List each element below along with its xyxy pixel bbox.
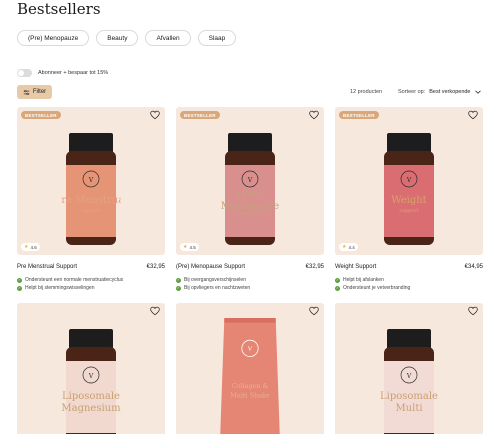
jar-label-line: support (399, 208, 419, 214)
svg-text:V: V (247, 177, 253, 184)
category-chip-beauty[interactable]: Beauty (96, 30, 139, 46)
check-icon: ✓ (335, 285, 340, 291)
page-title: Bestsellers (17, 0, 101, 18)
jar-label-line: Magnesium (61, 403, 121, 414)
bestseller-badge: BESTSELLER (339, 111, 379, 119)
heart-icon[interactable] (309, 306, 319, 316)
benefit-item: ✓ Ondersteunt je vetverbranding (335, 285, 410, 291)
category-chip-afvallen[interactable]: Afvallen (145, 30, 191, 46)
subscription-toggle[interactable] (17, 69, 32, 77)
benefit-item: ✓ Helpt bij afslanken (335, 277, 384, 283)
jar-label-line: Multi (395, 403, 422, 414)
product-image-area[interactable]: V Collagen & Multi Shake (176, 303, 324, 434)
star-icon: ★ (24, 244, 29, 250)
benefit-text: Bij opvliegers en nachtzweten (184, 285, 251, 291)
benefit-text: Ondersteunt je vetverbranding (343, 285, 411, 291)
star-icon: ★ (342, 244, 347, 250)
product-price: €32,95 (146, 264, 165, 270)
sort-label: Sorteer op: (398, 89, 426, 95)
rating-badge: ★ 4.5 (180, 243, 199, 251)
benefit-item: ✓ Bij overgangsverschijnselen (176, 277, 246, 283)
jar-label-line: Pre Menstrual (61, 195, 121, 206)
category-chips: (Pre) Menopauze Beauty Afvallen Slaap (17, 30, 237, 46)
product-name[interactable]: Weight Support (335, 264, 376, 270)
filter-label: Filter (32, 89, 47, 95)
svg-text:V: V (88, 373, 94, 380)
product-image-area[interactable]: V (Pre) Menopause support BESTSELLER ★ 4.5 (176, 107, 324, 255)
heart-icon[interactable] (309, 110, 319, 120)
benefit-item: ✓ Ondersteunt een normale menstruatiecycl… (17, 277, 123, 283)
product-name[interactable]: Pre Menstrual Support (17, 264, 77, 270)
jar-label-line: Multi Shake (230, 391, 270, 399)
sliders-icon (23, 89, 30, 95)
product-count: 12 producten (350, 89, 383, 95)
product-jar-image: V Weight support (384, 133, 434, 245)
jar-label-line: Liposomale (62, 391, 120, 402)
filter-button[interactable]: Filter (17, 85, 52, 99)
product-image-area[interactable]: V Liposomale Magnesium (17, 303, 165, 434)
category-chip-menopauze[interactable]: (Pre) Menopauze (17, 30, 90, 46)
svg-text:V: V (406, 177, 412, 184)
toggle-knob (18, 70, 24, 76)
bestseller-badge: BESTSELLER (21, 111, 61, 119)
product-card[interactable]: V Liposomale Magnesium (17, 303, 165, 434)
benefit-text: Helpt bij stemmingswisselingen (25, 285, 95, 291)
product-jar-image: V (Pre)Menopausesupport (221, 133, 279, 245)
subscription-label: Abonneer + bespaar tot 15% (38, 70, 109, 76)
bestseller-badge: BESTSELLER (180, 111, 220, 119)
jar-label-line: Collagen & (232, 382, 269, 390)
heart-icon[interactable] (468, 306, 478, 316)
jar-label-line: Weight (391, 195, 426, 206)
check-icon: ✓ (176, 277, 181, 283)
svg-text:V: V (88, 177, 94, 184)
benefit-text: Ondersteunt een normale menstruatiecyclu… (25, 277, 124, 283)
heart-icon[interactable] (150, 306, 160, 316)
heart-icon[interactable] (150, 110, 160, 120)
product-jar-image: V Pre Menstrual support (61, 133, 121, 245)
rating-badge: ★ 4.4 (339, 243, 358, 251)
benefit-text: Bij overgangsverschijnselen (184, 277, 246, 283)
product-card[interactable]: V Pre Menstrual support BESTSELLER ★4.6 Pre… (17, 107, 165, 291)
product-price: €34,95 (464, 264, 483, 270)
product-image-area[interactable]: V Weight support BESTSELLER ★ 4.4 (335, 107, 483, 255)
sort-dropdown[interactable]: Sorteer op: Best verkopende (398, 89, 481, 95)
svg-text:V: V (247, 347, 253, 353)
benefit-item: ✓ Helpt bij stemmingswisselingen (17, 285, 94, 291)
product-jar-image: V LiposomaleMulti (380, 329, 438, 434)
check-icon: ✓ (17, 285, 22, 291)
product-price: €32,95 (305, 264, 324, 270)
product-card[interactable]: V Weight support BESTSELLER ★ 4.4 Weight Sup… (335, 107, 483, 291)
check-icon: ✓ (335, 277, 340, 283)
product-pouch-image: V Collagen & Multi Shake (220, 318, 280, 434)
product-image-area[interactable]: V Liposomale Multi (335, 303, 483, 434)
heart-icon[interactable] (468, 110, 478, 120)
jar-label-line: (Pre) (237, 189, 262, 200)
rating-badge: ★ 4.6 (21, 243, 40, 251)
benefit-item: ✓ Bij opvliegers en nachtzweten (176, 285, 250, 291)
category-chip-slaap[interactable]: Slaap (197, 30, 237, 46)
chevron-down-icon (474, 90, 481, 94)
jar-label-line: Liposomale (380, 391, 438, 402)
product-card[interactable]: V (Pre) Menopause support BESTSELLER ★ 4.5 (P… (176, 107, 324, 291)
product-jar-image: V LiposomaleMagnesium (61, 329, 121, 434)
benefit-text: Helpt bij afslanken (343, 277, 384, 283)
svg-text:V: V (406, 373, 412, 380)
rating-value: 4.5 (189, 244, 196, 250)
rating-value: 4.4 (348, 244, 355, 250)
product-card[interactable]: V Collagen & Multi Shake (176, 303, 324, 434)
sort-value: Best verkopende (429, 89, 471, 95)
check-icon: ✓ (17, 277, 22, 283)
subscription-toggle-row: Abonneer + bespaar tot 15% (17, 69, 108, 77)
check-icon: ✓ (176, 285, 181, 291)
jar-label-line: support (81, 208, 101, 214)
product-name[interactable]: (Pre) Menopause Support (176, 264, 245, 270)
rating-value: 4.6 (30, 244, 37, 250)
jar-label-line: support (240, 211, 260, 217)
product-card[interactable]: V Liposomale Multi (335, 303, 483, 434)
product-image-area[interactable]: V Pre Menstrual support BESTSELLER ★4.6 (17, 107, 165, 255)
star-icon: ★ (183, 244, 188, 250)
